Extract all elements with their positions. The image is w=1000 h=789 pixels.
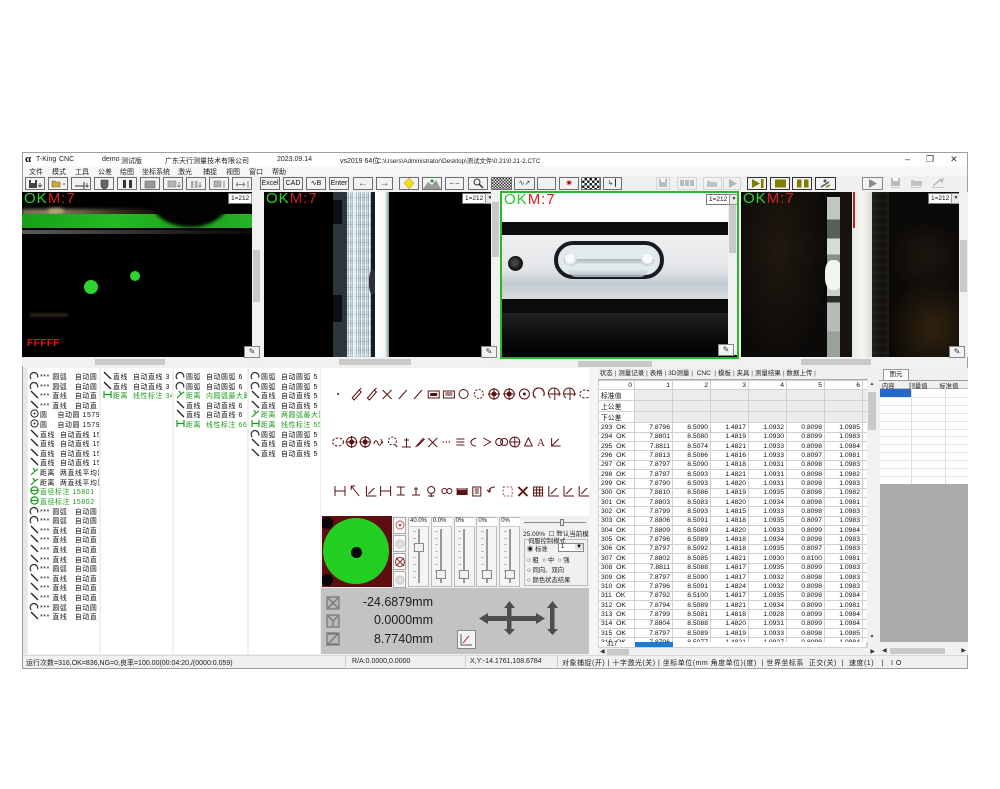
svg-text:A: A	[537, 437, 545, 449]
